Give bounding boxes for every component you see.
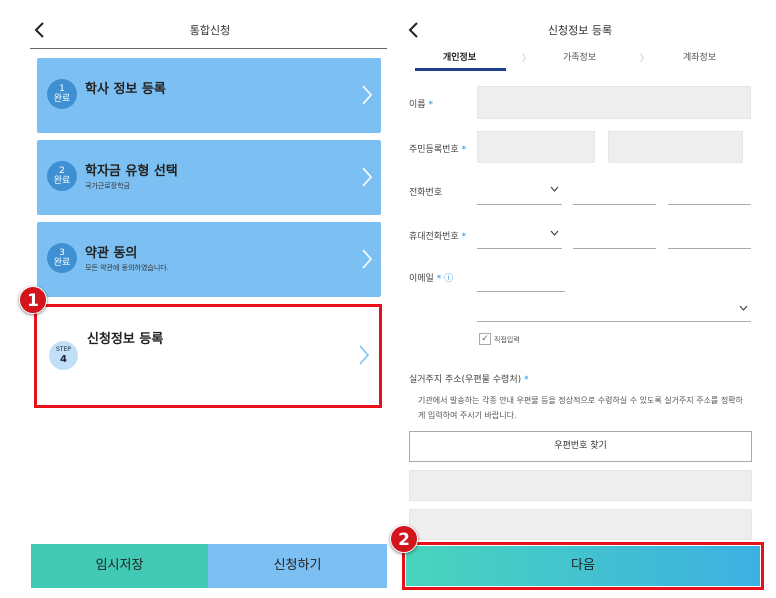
page-title: 통합신청 (189, 24, 231, 37)
tab-personal-info[interactable]: 개인정보 (443, 50, 476, 63)
annotation-badge-2: 2 (390, 525, 418, 553)
step-card-2[interactable]: 2 완료 학자금 유형 선택 국가근로장학금 (37, 140, 381, 215)
phone-last-input[interactable] (668, 185, 751, 205)
rrn-front-input[interactable] (477, 131, 595, 163)
step-card-1[interactable]: 1 완료 학사 정보 등록 (37, 58, 381, 133)
tab-separator: 〉 (640, 54, 650, 64)
step-2-badge: 2 완료 (47, 161, 77, 191)
address-notice: 기관에서 발송하는 각종 안내 우편물 등을 정상적으로 수령하실 수 있도록 … (418, 396, 743, 420)
name-label: 이름 * (409, 100, 433, 110)
rrn-back-input[interactable] (608, 131, 743, 163)
step-3-title: 약관 동의 (85, 246, 138, 261)
right-screen: 신청정보 등록 개인정보 〉 가족정보 〉 계좌정보 이름 * 주민등록번호 *… (390, 0, 776, 598)
step-2-title: 학자금 유형 선택 (85, 164, 178, 179)
chevron-down-icon (550, 229, 559, 239)
chevron-down-icon (550, 185, 559, 195)
chevron-right-icon (361, 248, 373, 270)
highlight-box-1 (34, 304, 382, 408)
email-domain-select[interactable] (477, 302, 751, 322)
direct-input-label: 직접입력 (494, 336, 520, 344)
chevron-right-icon (361, 84, 373, 106)
address-label: 실거주지 주소(우편물 수령처) * (409, 375, 529, 385)
step-3-badge: 3 완료 (47, 243, 77, 273)
email-label: 이메일 * ⓘ (409, 274, 454, 284)
tab-separator: 〉 (522, 54, 532, 64)
step-1-title: 학사 정보 등록 (85, 82, 166, 97)
active-tab-indicator (415, 68, 506, 71)
step-tabs: 개인정보 〉 가족정보 〉 계좌정보 (405, 47, 752, 73)
tab-account-info[interactable]: 계좌정보 (683, 50, 716, 63)
address-detail-input[interactable] (409, 509, 752, 540)
mobile-middle-input[interactable] (573, 229, 656, 249)
info-icon[interactable]: ⓘ (444, 274, 453, 284)
page-title: 신청정보 등록 (547, 24, 613, 37)
step-2-subtitle: 국가근로장학금 (85, 182, 131, 190)
chevron-right-icon (361, 166, 373, 188)
apply-button[interactable]: 신청하기 (208, 544, 387, 588)
header-divider (30, 48, 387, 49)
step-3-subtitle: 모든 약관에 동의하였습니다. (85, 264, 169, 272)
name-input[interactable] (477, 86, 751, 119)
phone-label: 전화번호 (409, 188, 443, 198)
phone-middle-input[interactable] (573, 185, 656, 205)
mobile-label: 휴대전화번호 * (409, 232, 467, 242)
step-1-badge: 1 완료 (47, 79, 77, 109)
annotation-badge-1: 1 (19, 286, 47, 314)
direct-input-checkbox[interactable]: ✓ (479, 333, 491, 345)
step-card-3[interactable]: 3 완료 약관 동의 모든 약관에 동의하였습니다. (37, 222, 381, 297)
tab-family-info[interactable]: 가족정보 (563, 50, 596, 63)
rrn-label: 주민등록번호 * (409, 145, 467, 155)
highlight-box-2 (402, 542, 764, 590)
left-screen: 통합신청 1 완료 학사 정보 등록 2 완료 학자금 유형 선택 국가근로장학금 … (0, 0, 388, 598)
mobile-last-input[interactable] (668, 229, 751, 249)
address-input[interactable] (409, 470, 752, 501)
chevron-down-icon (739, 304, 748, 314)
zip-search-button[interactable]: 우편번호 찾기 (409, 431, 752, 462)
email-id-input[interactable] (477, 272, 565, 292)
temp-save-button[interactable]: 임시저장 (31, 544, 208, 588)
